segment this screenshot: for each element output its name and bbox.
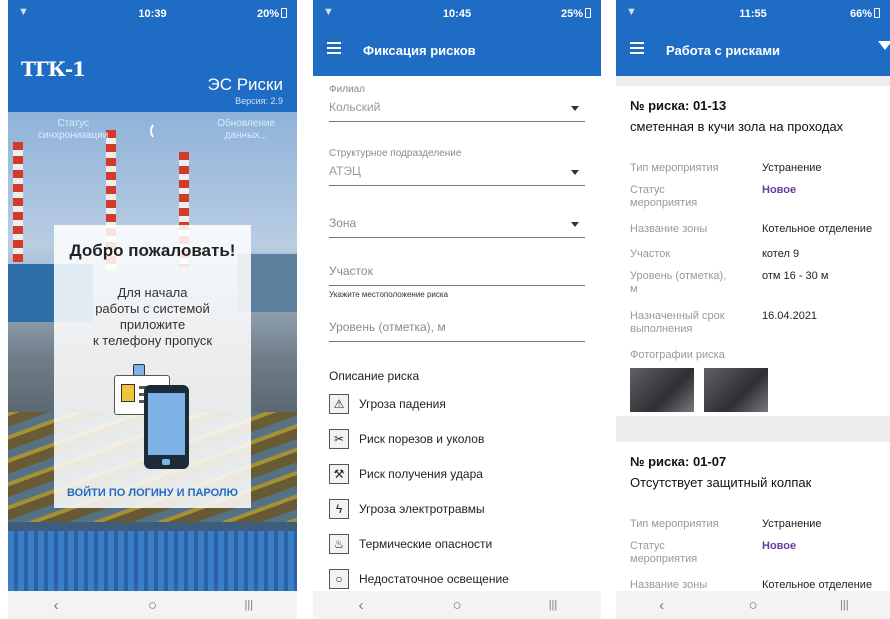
recent-apps-button[interactable]: ||| (229, 599, 269, 611)
app-bar: Фиксация рисков (313, 27, 601, 76)
status-time: 10:39 (138, 8, 167, 20)
status-time: 11:55 (739, 8, 767, 20)
sync-status-button[interactable]: Статус синхронизации (38, 118, 108, 142)
battery-status: 66% (850, 8, 880, 20)
welcome-panel: Добро пожаловать! Для начала работы с си… (54, 225, 251, 508)
screen-title: Работа с рисками (666, 43, 780, 58)
hamburger-menu-icon[interactable] (327, 42, 341, 54)
branch-field: Филиал Кольский (329, 84, 585, 122)
division-label: Структурное подразделение (329, 148, 462, 159)
company-logo: ТГК-1 (21, 57, 86, 81)
risk-card[interactable]: № риска: 01-07 Отсутствует защитный колп… (616, 442, 890, 592)
phone-screen-risk-list: ▼ 11:55 66% Работа с рисками № риска: 01… (616, 0, 890, 619)
sync-row: Статус синхронизации Обновление данных..… (8, 116, 297, 152)
branch-label: Филиал (329, 84, 366, 95)
risk-list: № риска: 01-13 сметенная в кучи зола на … (616, 76, 890, 592)
status-bar: ▼ 10:45 25% (313, 0, 601, 27)
risk-item-impact[interactable]: ⚒ Риск получения удара (329, 456, 591, 491)
filter-icon[interactable] (878, 41, 890, 50)
cut-icon: ✂ (329, 428, 349, 449)
app-name: ЭС Риски (207, 75, 284, 94)
section-input[interactable]: Участок (329, 264, 585, 286)
risk-checklist: ⚠ Угроза падения ✂ Риск порезов и уколов… (329, 386, 591, 596)
hamburger-menu-icon[interactable] (630, 42, 644, 54)
risk-title: сметенная в кучи зола на проходах (630, 119, 844, 134)
screen-title: Фиксация рисков (363, 43, 476, 58)
lightning-icon: ϟ (329, 498, 349, 519)
app-version: Версия: 2.9 (235, 96, 283, 106)
roof (8, 531, 297, 591)
bulb-icon: ○ (329, 568, 349, 589)
risk-label: Риск получения удара (359, 466, 483, 481)
power-plant-background: Статус синхронизации Обновление данных..… (8, 112, 297, 591)
recent-apps-button[interactable]: ||| (824, 599, 864, 611)
fall-icon: ⚠ (329, 393, 349, 414)
status-badge: Новое (762, 184, 797, 196)
level-input[interactable]: Уровень (отметка), м (329, 320, 585, 342)
risk-photo-thumbnail[interactable] (704, 368, 768, 412)
status-time: 10:45 (442, 8, 472, 20)
risk-label: Недостаточное освещение (359, 571, 509, 586)
battery-status: 25% (561, 8, 591, 20)
risk-item-fall[interactable]: ⚠ Угроза падения (329, 386, 591, 421)
battery-percent: 25% (560, 8, 583, 20)
phone-screen-welcome: ▼ 10:39 20% ТГК-1 ЭС Риски Версия: 2.9 С… (8, 0, 297, 619)
system-nav-bar: ‹ ○ ||| (313, 591, 601, 619)
phone-screen-risk-form: ▼ 10:45 25% Фиксация рисков Филиал Кольс… (313, 0, 601, 619)
dropdown-caret-icon (571, 222, 579, 227)
risk-card[interactable]: № риска: 01-13 сметенная в кучи зола на … (616, 86, 890, 416)
home-button[interactable]: ○ (132, 597, 172, 614)
welcome-title: Добро пожаловать! (69, 241, 236, 260)
home-button[interactable]: ○ (733, 597, 773, 614)
risk-label: Угроза электротравмы (359, 501, 485, 516)
branch-select[interactable]: Кольский (329, 100, 585, 122)
risk-number: № риска: 01-13 (630, 98, 727, 113)
back-button[interactable]: ‹ (642, 597, 682, 614)
home-button[interactable]: ○ (437, 597, 477, 614)
recent-apps-button[interactable]: ||| (533, 599, 573, 611)
app-bar: Работа с рисками (616, 27, 890, 76)
system-nav-bar: ‹ ○ ||| (8, 591, 297, 619)
battery-icon (874, 8, 880, 18)
battery-icon (585, 8, 591, 18)
pass-instruction: Для начала работы с системой приложите к… (92, 285, 213, 348)
risk-title: Отсутствует защитный колпак (630, 475, 812, 490)
login-password-link[interactable]: ВОЙТИ ПО ЛОГИНУ И ПАРОЛЮ (54, 487, 251, 499)
back-button[interactable]: ‹ (36, 597, 76, 614)
chimney (13, 142, 23, 272)
section-hint: Укажите местоположение риска (329, 290, 449, 299)
update-data-button[interactable]: Обновление данных... (217, 118, 275, 142)
risk-photo-thumbnail[interactable] (630, 368, 694, 412)
status-bar: ▼ 11:55 66% (616, 0, 890, 27)
risk-item-cut[interactable]: ✂ Риск порезов и уколов (329, 421, 591, 456)
loading-spinner-icon (150, 122, 166, 140)
risk-item-thermal[interactable]: ♨ Термические опасности (329, 526, 591, 561)
battery-icon (281, 8, 287, 18)
system-nav-bar: ‹ ○ ||| (616, 591, 890, 619)
smartphone-icon (144, 385, 189, 469)
battery-percent: 66% (849, 8, 872, 20)
division-field: Структурное подразделение АТЭЦ (329, 148, 585, 186)
battery-percent: 20% (256, 8, 279, 20)
risk-label: Риск порезов и уколов (359, 431, 485, 446)
risk-label: Угроза падения (359, 396, 446, 411)
risk-description-heading: Описание риска (329, 369, 420, 383)
zone-select[interactable]: Зона (329, 216, 585, 238)
division-select[interactable]: АТЭЦ (329, 164, 585, 186)
battery-status: 20% (257, 8, 287, 20)
back-button[interactable]: ‹ (341, 597, 381, 614)
thermometer-icon: ♨ (329, 533, 349, 554)
status-bar: ▼ 10:39 20% (8, 0, 297, 27)
risk-label: Термические опасности (359, 536, 493, 551)
dropdown-caret-icon (571, 170, 579, 175)
app-header: ТГК-1 ЭС Риски Версия: 2.9 (8, 27, 297, 112)
dropdown-caret-icon (571, 106, 579, 111)
risk-item-electric[interactable]: ϟ Угроза электротравмы (329, 491, 591, 526)
risk-number: № риска: 01-07 (630, 454, 727, 469)
hammer-icon: ⚒ (329, 463, 349, 484)
status-badge: Новое (762, 540, 797, 552)
